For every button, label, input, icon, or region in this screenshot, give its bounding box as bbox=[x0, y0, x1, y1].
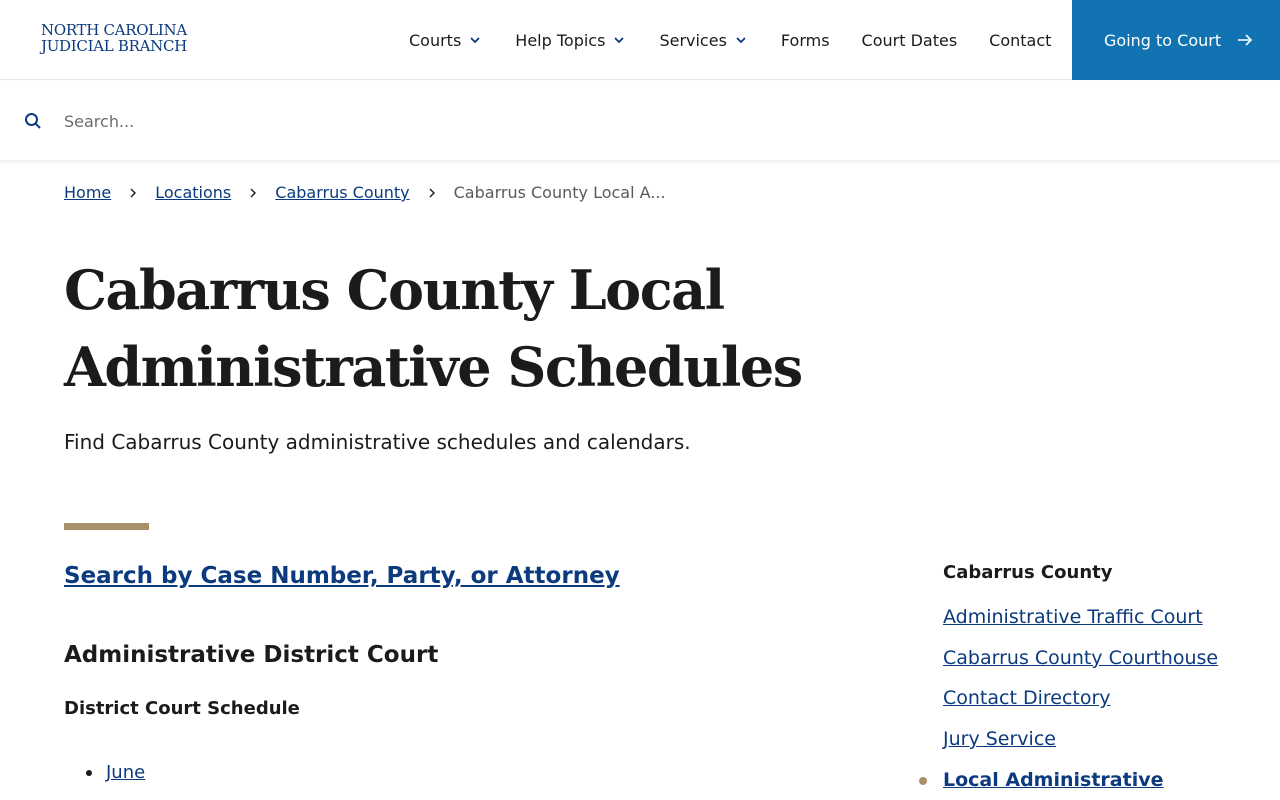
search-input[interactable] bbox=[64, 106, 1244, 136]
sidebar-link[interactable]: Local Administrative bbox=[943, 769, 1163, 791]
sidebar-link[interactable]: Cabarrus County Courthouse bbox=[943, 647, 1218, 669]
page-subtitle: Find Cabarrus County administrative sche… bbox=[64, 430, 691, 454]
nav-courts[interactable]: Courts bbox=[409, 31, 481, 50]
bullet-icon bbox=[86, 769, 92, 776]
search-bar bbox=[0, 81, 1280, 160]
breadcrumb-home[interactable]: Home bbox=[64, 183, 111, 202]
month-list: June bbox=[64, 762, 145, 783]
nav-help-topics[interactable]: Help Topics bbox=[515, 31, 625, 50]
arrow-right-icon bbox=[1238, 34, 1253, 46]
sidebar-list: Administrative Traffic Court Cabarrus Co… bbox=[919, 606, 1263, 800]
logo-line-2: JUDICIAL BRANCH bbox=[41, 37, 187, 55]
accent-divider bbox=[64, 523, 149, 530]
sidebar-link[interactable]: Contact Directory bbox=[943, 687, 1111, 709]
site-header: NORTH CAROLINA JUDICIAL BRANCH Courts He… bbox=[0, 0, 1280, 80]
month-link-june[interactable]: June bbox=[106, 762, 145, 783]
section-heading: Administrative District Court bbox=[64, 642, 439, 668]
chevron-down-icon bbox=[736, 37, 746, 44]
search-case-link[interactable]: Search by Case Number, Party, or Attorne… bbox=[64, 563, 620, 589]
logo-line-1: NORTH CAROLINA bbox=[41, 21, 187, 39]
sidebar-item-cabarrus-county-courthouse: Cabarrus County Courthouse bbox=[943, 647, 1263, 688]
chevron-right-icon bbox=[429, 188, 435, 197]
nav-court-dates-label: Court Dates bbox=[861, 30, 958, 50]
going-to-court-button[interactable]: Going to Court bbox=[1072, 0, 1280, 80]
nav-services[interactable]: Services bbox=[659, 31, 746, 50]
page-title: Cabarrus County Local Administrative Sch… bbox=[64, 258, 803, 399]
nav-forms-label: Forms bbox=[780, 30, 830, 50]
active-indicator-icon bbox=[919, 776, 927, 785]
breadcrumb-current: Cabarrus County Local A... bbox=[453, 183, 666, 202]
chevron-right-icon bbox=[130, 188, 137, 197]
nav-contact-label: Contact bbox=[989, 30, 1052, 50]
breadcrumb: Home Locations Cabarrus County Cabarrus … bbox=[64, 183, 666, 202]
sidebar-item-jury-service: Jury Service bbox=[943, 728, 1263, 769]
nav-help-topics-label: Help Topics bbox=[515, 30, 606, 50]
chevron-down-icon bbox=[614, 37, 625, 44]
chevron-down-icon bbox=[470, 37, 480, 44]
nav-courts-label: Courts bbox=[409, 30, 462, 50]
sub-heading: District Court Schedule bbox=[64, 698, 300, 719]
nav-services-label: Services bbox=[659, 30, 727, 50]
chevron-right-icon bbox=[250, 188, 257, 197]
going-to-court-label: Going to Court bbox=[1104, 30, 1222, 50]
nav-contact[interactable]: Contact bbox=[989, 31, 1051, 50]
sidebar-item-administrative-traffic-court: Administrative Traffic Court bbox=[943, 606, 1263, 647]
sidebar-link[interactable]: Jury Service bbox=[943, 728, 1056, 750]
site-logo[interactable]: NORTH CAROLINA JUDICIAL BRANCH bbox=[41, 22, 187, 54]
list-item: June bbox=[64, 762, 145, 783]
breadcrumb-cabarrus-county[interactable]: Cabarrus County bbox=[275, 183, 409, 202]
sidebar-item-contact-directory: Contact Directory bbox=[943, 687, 1263, 728]
sidebar: Cabarrus County Administrative Traffic C… bbox=[919, 562, 1263, 800]
main-nav: Courts Help Topics Services Forms Court … bbox=[409, 0, 1083, 80]
nav-court-dates[interactable]: Court Dates bbox=[862, 31, 958, 50]
search-icon[interactable] bbox=[24, 112, 42, 130]
sidebar-item-local-administrative: Local Administrative bbox=[919, 769, 1263, 800]
breadcrumb-locations[interactable]: Locations bbox=[155, 183, 231, 202]
nav-forms[interactable]: Forms bbox=[781, 31, 830, 50]
sidebar-link[interactable]: Administrative Traffic Court bbox=[943, 606, 1203, 628]
sidebar-title: Cabarrus County bbox=[943, 562, 1113, 583]
